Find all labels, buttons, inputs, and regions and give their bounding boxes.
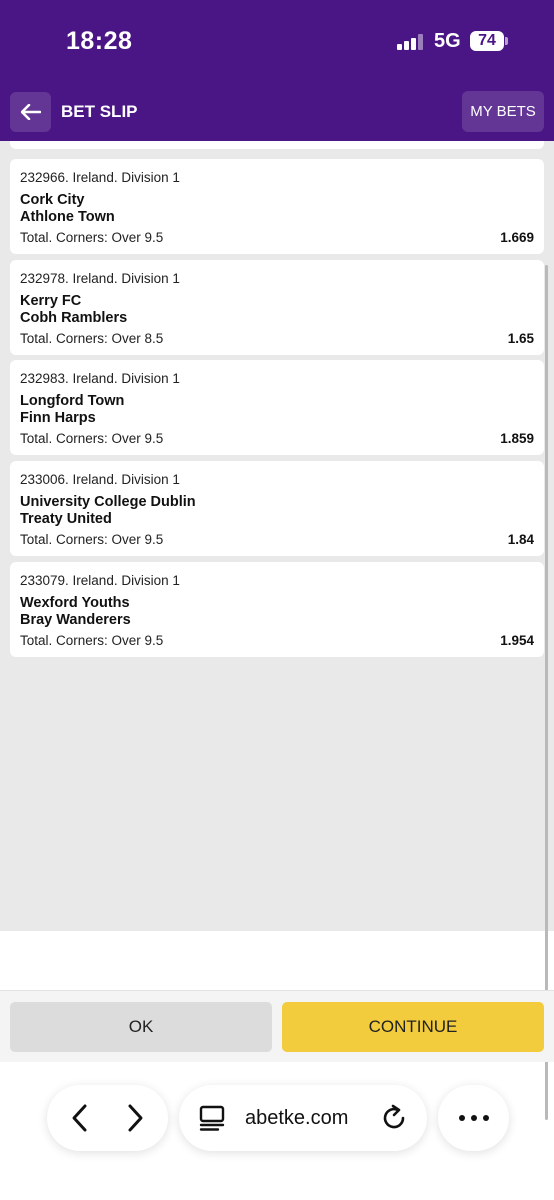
browser-nav-group [47,1085,168,1151]
bet-event: 232966. Ireland. Division 1 [20,170,180,185]
bet-home-team: University College Dublin [20,494,196,510]
bet-market: Total. Corners: Over 9.5 [20,230,164,245]
reload-icon[interactable] [379,1103,409,1133]
bet-home-team: Longford Town [20,393,125,409]
bet-event: 232983. Ireland. Division 1 [20,371,180,386]
bet-odds: 1.65 [507,331,534,346]
bet-away-team: Athlone Town [20,209,115,225]
more-icon [458,1115,465,1121]
my-bets-button[interactable]: MY BETS [462,91,544,132]
battery-icon: 74 [470,31,504,51]
status-time: 18:28 [66,27,133,55]
more-icon-dot [482,1115,489,1121]
battery-cap [505,37,508,45]
bet-odds: 1.954 [500,633,534,648]
browser-back-button[interactable] [59,1097,101,1139]
bet-home-team: Cork City [20,192,85,208]
arrow-left-icon [20,104,41,120]
bet-odds: 1.84 [507,532,534,547]
chevron-left-icon [72,1104,87,1132]
bet-card[interactable]: 232978. Ireland. Division 1 Kerry FC Cob… [10,260,544,355]
bet-away-team: Finn Harps [20,410,96,426]
ok-button[interactable]: OK [10,1002,272,1052]
bet-home-team: Kerry FC [20,293,82,309]
browser-forward-button[interactable] [114,1097,156,1139]
bet-away-team: Treaty United [20,511,112,527]
bet-odds: 1.859 [500,431,534,446]
bet-card[interactable]: 233006. Ireland. Division 1 University C… [10,461,544,556]
more-icon-dot [470,1115,477,1121]
bet-card[interactable]: 233079. Ireland. Division 1 Wexford Yout… [10,562,544,657]
top-header: 18:28 5G 74 BET SLIP MY BETS [0,0,554,141]
partial-bet-card [10,141,544,149]
page-title: BET SLIP [61,102,138,121]
bet-card[interactable]: 232983. Ireland. Division 1 Longford Tow… [10,360,544,455]
bet-market: Total. Corners: Over 9.5 [20,431,164,446]
signal-icon [397,34,425,50]
bet-away-team: Cobh Ramblers [20,310,128,326]
bet-market: Total. Corners: Over 8.5 [20,331,164,346]
bet-event: 233079. Ireland. Division 1 [20,573,180,588]
bet-market: Total. Corners: Over 9.5 [20,633,164,648]
continue-button[interactable]: CONTINUE [282,1002,544,1052]
bet-away-team: Bray Wanderers [20,612,131,628]
network-type: 5G [434,30,461,52]
bet-event: 232978. Ireland. Division 1 [20,271,180,286]
bet-market: Total. Corners: Over 9.5 [20,532,164,547]
more-button[interactable] [438,1085,509,1151]
bet-odds: 1.669 [500,230,534,245]
bet-home-team: Wexford Youths [20,595,130,611]
url-text: abetke.com [245,1107,349,1129]
bet-card[interactable]: 232966. Ireland. Division 1 Cork City At… [10,159,544,254]
back-button[interactable] [10,92,51,132]
bet-event: 233006. Ireland. Division 1 [20,472,180,487]
tabs-icon [199,1105,225,1131]
address-bar[interactable]: abetke.com [179,1085,427,1151]
chevron-right-icon [128,1104,143,1132]
